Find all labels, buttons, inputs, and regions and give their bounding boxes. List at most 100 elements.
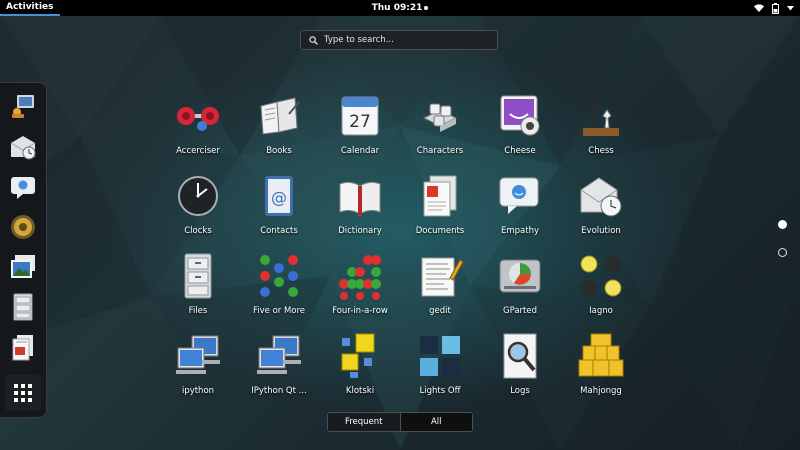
open-book-icon [339, 181, 381, 216]
app-label: Contacts [260, 226, 298, 236]
dash-item-documents[interactable] [7, 331, 39, 363]
keyboard-keys-icon [422, 103, 458, 132]
dash-item-speaker[interactable] [7, 211, 39, 243]
app-calendar[interactable]: 27 Calendar [320, 92, 400, 164]
notification-dot-icon [424, 5, 429, 10]
app-empathy[interactable]: Empathy [480, 172, 560, 244]
app-gparted[interactable]: GParted [480, 252, 560, 324]
app-iagno[interactable]: Iagno [561, 252, 641, 324]
app-label: gedit [429, 306, 451, 316]
light-tiles-icon [420, 336, 460, 376]
magnifier-log-icon [503, 333, 537, 379]
app-klotski[interactable]: Klotski [320, 332, 400, 404]
dash-item-files[interactable] [7, 291, 39, 323]
mahjong-tiles-icon [578, 333, 624, 377]
dash-item-display[interactable] [7, 91, 39, 123]
app-lights-off[interactable]: Lights Off [400, 332, 480, 404]
four-in-row-icon [339, 255, 381, 300]
app-label: IPython Qt ... [251, 386, 307, 396]
clock-menu[interactable]: Thu 09:21 [0, 0, 800, 16]
display-settings-icon [12, 95, 34, 118]
documents-icon [12, 335, 33, 361]
app-evolution[interactable]: Evolution [561, 172, 641, 244]
calendar-day: 27 [349, 112, 371, 132]
app-clocks[interactable]: Clocks [158, 172, 238, 244]
app-logs[interactable]: Logs [480, 332, 560, 404]
top-bar: Activities Thu 09:21 [0, 0, 800, 16]
chess-pieces-icon [583, 101, 619, 136]
app-label: Empathy [500, 226, 539, 236]
calendar-icon: 27 [341, 96, 379, 136]
app-label: Logs [510, 386, 530, 396]
sliding-blocks-icon [341, 333, 375, 378]
show-applications-button[interactable] [5, 375, 41, 411]
app-label: Clocks [184, 226, 212, 236]
view-switcher: Frequent All [327, 412, 473, 432]
app-chess[interactable]: Chess [561, 92, 641, 164]
page-indicator-1[interactable] [778, 220, 787, 229]
app-label: Dictionary [338, 226, 382, 236]
app-books[interactable]: Books [239, 92, 319, 164]
webcam-icon [500, 95, 540, 136]
app-label: Iagno [589, 306, 613, 316]
text-editor-icon [421, 257, 464, 297]
file-cabinet-icon [13, 293, 33, 321]
page-indicator-2[interactable] [778, 248, 787, 257]
chat-icon [499, 177, 539, 214]
app-label: Files [188, 306, 208, 316]
app-label: Documents [415, 226, 465, 236]
app-ipython-qt[interactable]: IPython Qt ... [239, 332, 319, 404]
colored-balls-icon [260, 255, 298, 297]
app-label: Accerciser [176, 146, 220, 156]
app-label: Evolution [581, 226, 621, 236]
reversi-discs-icon [580, 255, 622, 297]
photos-icon [11, 255, 35, 278]
app-five-or-more[interactable]: Five or More [239, 252, 319, 324]
svg-text:@: @ [271, 188, 287, 207]
computers-icon [176, 335, 220, 374]
show-applications-icon [14, 384, 32, 402]
app-label: Calendar [340, 146, 380, 156]
speaker-icon [11, 215, 35, 239]
chevron-down-icon [787, 5, 794, 11]
disk-partition-icon [499, 259, 541, 293]
clock-text: Thu 09:21 [371, 3, 423, 13]
app-dictionary[interactable]: Dictionary [320, 172, 400, 244]
app-characters[interactable]: Characters [400, 92, 480, 164]
computers-icon [257, 335, 301, 374]
app-label: Lights Off [419, 386, 461, 396]
dash-item-photos[interactable] [7, 251, 39, 283]
clock-icon [178, 176, 218, 216]
app-label: Mahjongg [580, 386, 622, 396]
search-icon [309, 35, 318, 45]
system-tray[interactable] [754, 0, 794, 16]
dumbbell-icon [177, 107, 219, 131]
app-mahjongg[interactable]: Mahjongg [561, 332, 641, 404]
dash [0, 82, 47, 418]
app-four-in-a-row[interactable]: Four-in-a-row [320, 252, 400, 324]
app-files[interactable]: Files [158, 252, 238, 324]
search-box[interactable] [300, 30, 498, 50]
app-label: Five or More [252, 306, 306, 316]
mail-clock-icon [10, 136, 36, 160]
dash-item-mail[interactable] [7, 131, 39, 163]
app-gedit[interactable]: gedit [400, 252, 480, 324]
app-ipython[interactable]: ipython [158, 332, 238, 404]
app-contacts[interactable]: @ Contacts [239, 172, 319, 244]
app-label: Books [266, 146, 292, 156]
app-label: ipython [181, 386, 215, 396]
app-label: Characters [416, 146, 464, 156]
wifi-icon [754, 3, 764, 13]
frequent-tab[interactable]: Frequent [328, 413, 400, 431]
chat-bubble-icon [11, 177, 35, 199]
app-cheese[interactable]: Cheese [480, 92, 560, 164]
search-input[interactable] [324, 35, 484, 45]
app-accerciser[interactable]: Accerciser [158, 92, 238, 164]
document-stack-icon [423, 175, 457, 217]
address-book-icon: @ [265, 176, 293, 216]
all-tab[interactable]: All [400, 413, 472, 431]
filing-cabinet-icon [184, 253, 212, 299]
app-label: GParted [503, 306, 537, 316]
dash-item-chat[interactable] [7, 171, 39, 203]
app-documents[interactable]: Documents [400, 172, 480, 244]
